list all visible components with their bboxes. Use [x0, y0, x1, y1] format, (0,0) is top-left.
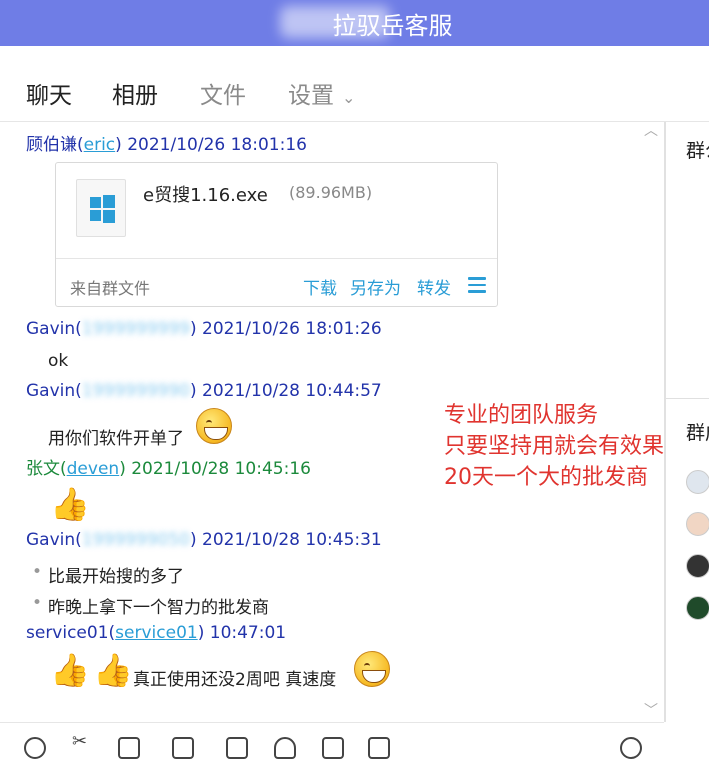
- thumbs-up-emoji-icon: 👍: [50, 651, 90, 689]
- help-icon[interactable]: [620, 737, 642, 759]
- file-name: e贸搜1.16.exe: [143, 185, 268, 206]
- sender-id-link[interactable]: 1999999999: [82, 319, 190, 339]
- tab-bar: 聊天 相册 文件 设置 ⌄: [0, 46, 709, 126]
- image-icon[interactable]: [226, 737, 248, 759]
- forward-button[interactable]: 转发: [417, 274, 451, 299]
- sender-name: Gavin: [26, 530, 76, 550]
- bell-icon[interactable]: [274, 737, 296, 759]
- sender-id-link[interactable]: 1999999990: [82, 381, 190, 401]
- sender-name: 张文: [26, 459, 60, 479]
- sender-name: 顾伯谦: [26, 135, 77, 155]
- scissors-icon[interactable]: ✂: [72, 731, 94, 753]
- message-time: 2021/10/28 10:44:57: [202, 381, 382, 401]
- windows-file-icon: [76, 179, 126, 237]
- save-as-button[interactable]: 另存为: [350, 274, 401, 299]
- message-line: 昨晚上拿下一个智力的批发商: [32, 593, 269, 618]
- message-sender: Gavin(1999999050) 2021/10/28 10:45:31: [26, 530, 382, 550]
- sender-name: Gavin: [26, 319, 76, 339]
- scroll-up-icon[interactable]: ︿: [644, 120, 658, 140]
- tab-settings[interactable]: 设置 ⌄: [288, 76, 355, 110]
- sender-id-link[interactable]: deven: [67, 459, 120, 479]
- promo-annotation: 专业的团队服务 只要坚持用就会有效果 20天一个大的批发商: [444, 400, 664, 493]
- tab-settings-label: 设置: [288, 83, 334, 109]
- message-time: 2021/10/28 10:45:16: [131, 459, 311, 479]
- tab-album[interactable]: 相册: [112, 76, 158, 110]
- message-time: 10:47:01: [209, 623, 287, 643]
- grin-emoji-icon: [354, 651, 390, 687]
- member-avatar[interactable]: [686, 554, 709, 578]
- right-panel-divider: [666, 398, 709, 399]
- annotation-line: 20天一个大的批发商: [444, 465, 648, 490]
- grid-icon[interactable]: [368, 737, 390, 759]
- message-sender: 张文(deven) 2021/10/28 10:45:16: [26, 459, 311, 479]
- annotation-line: 专业的团队服务: [444, 403, 599, 428]
- input-toolbar: ✂: [0, 722, 664, 759]
- download-button[interactable]: 下载: [303, 274, 337, 299]
- sender-id-link[interactable]: service01: [115, 623, 198, 643]
- annotation-line: 只要坚持用就会有效果: [444, 434, 665, 459]
- scroll-down-icon[interactable]: ﹀: [644, 700, 658, 720]
- sender-id-link[interactable]: 1999999050: [82, 530, 190, 550]
- tab-chat[interactable]: 聊天: [20, 76, 78, 126]
- message-text: 用你们软件开单了: [48, 429, 184, 449]
- message-sender: 顾伯谦(eric) 2021/10/26 18:01:16: [26, 135, 307, 155]
- screen-icon[interactable]: [322, 737, 344, 759]
- file-card[interactable]: e贸搜1.16.exe (89.96MB) 来自群文件 下载 另存为 转发: [55, 162, 498, 307]
- thumbs-up-emoji-icon: 👍: [93, 651, 133, 689]
- message-line: 比最开始搜的多了: [32, 562, 184, 587]
- emoji-icon[interactable]: [24, 737, 46, 759]
- window-titlebar: 拉驭岳客服: [0, 0, 709, 46]
- member-avatar[interactable]: [686, 470, 709, 494]
- sender-name: service01: [26, 623, 109, 643]
- message-sender: Gavin(1999999999) 2021/10/26 18:01:26: [26, 319, 382, 339]
- right-panel: 群公告 群成员: [666, 122, 709, 746]
- grin-emoji-icon: [196, 408, 232, 444]
- menu-icon[interactable]: [468, 277, 486, 293]
- file-source: 来自群文件: [70, 279, 151, 298]
- window-title: 拉驭岳客服: [332, 11, 453, 40]
- sender-id-link[interactable]: eric: [84, 135, 116, 155]
- sender-name: Gavin: [26, 381, 76, 401]
- message-sender: Gavin(1999999990) 2021/10/28 10:44:57: [26, 381, 382, 401]
- tab-files[interactable]: 文件: [200, 76, 246, 110]
- chevron-down-icon: ⌄: [342, 88, 356, 107]
- folder-icon[interactable]: [118, 737, 140, 759]
- group-members-label: 群成员: [686, 422, 709, 444]
- message-time: 2021/10/26 18:01:16: [127, 135, 307, 155]
- file-card-divider: [56, 258, 497, 259]
- member-avatar[interactable]: [686, 596, 709, 620]
- message-time: 2021/10/28 10:45:31: [202, 530, 382, 550]
- document-icon[interactable]: [172, 737, 194, 759]
- message-text: 真正使用还没2周吧 真速度: [133, 670, 337, 690]
- member-avatar[interactable]: [686, 512, 709, 536]
- group-notice-label: 群公告: [686, 140, 709, 162]
- message-text: ok: [48, 351, 69, 371]
- message-sender: service01(service01) 10:47:01: [26, 623, 287, 643]
- file-size: (89.96MB): [289, 183, 373, 202]
- message-time: 2021/10/26 18:01:26: [202, 319, 382, 339]
- thumbs-up-emoji-icon: 👍: [50, 485, 90, 523]
